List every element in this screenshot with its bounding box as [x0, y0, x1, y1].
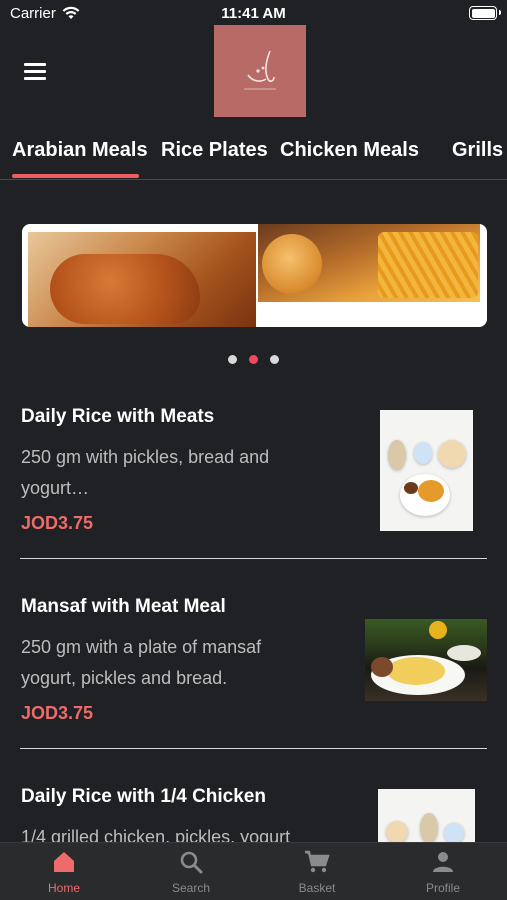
status-time: 11:41 AM [221, 5, 286, 22]
logo-calligraphy-icon [244, 50, 276, 90]
menu-item[interactable]: Daily Rice with Meats 250 gm with pickle… [20, 392, 487, 559]
carousel-dot[interactable] [270, 355, 279, 364]
promo-banner[interactable] [22, 224, 487, 327]
item-title: Daily Rice with Meats [21, 406, 215, 427]
tab-grills[interactable]: Grills [452, 139, 503, 162]
item-price: JOD3.75 [21, 513, 94, 533]
search-icon [180, 851, 203, 874]
item-title: Daily Rice with 1/4 Chicken [21, 786, 266, 807]
tabbar-home[interactable]: Home [1, 843, 127, 900]
carousel-dot[interactable] [228, 355, 237, 364]
category-tabs: Arabian Meals Rice Plates Chicken Meals … [0, 136, 507, 180]
tabbar-home-label: Home [47, 881, 80, 895]
tabbar-basket[interactable]: Basket [254, 843, 380, 900]
item-price: JOD3.75 [21, 703, 94, 723]
brand-logo [214, 25, 306, 117]
item-description: 250 gm with a plate of mansaf yogurt, pi… [21, 637, 262, 688]
menu-icon[interactable] [24, 63, 46, 80]
profile-icon [433, 852, 453, 872]
tab-chicken-meals[interactable]: Chicken Meals [280, 139, 419, 162]
menu-item[interactable]: Mansaf with Meat Meal 250 gm with a plat… [20, 582, 487, 749]
banner-fried-chicken-image [28, 232, 256, 327]
banner-burger-fries-image [258, 224, 480, 302]
item-description: 250 gm with pickles, bread and yogurt… [21, 447, 270, 498]
item-image [365, 619, 487, 701]
battery-icon [469, 6, 501, 20]
bottom-tab-bar: Home Search Basket Profile [0, 842, 507, 900]
cart-icon [305, 850, 330, 873]
carousel-dot-active[interactable] [249, 355, 258, 364]
tabbar-profile-label: Profile [425, 881, 460, 895]
tabbar-search-label: Search [171, 881, 211, 895]
item-image [380, 410, 473, 531]
item-title: Mansaf with Meat Meal [21, 596, 226, 617]
carousel-dots [0, 351, 507, 369]
tab-arabian-meals[interactable]: Arabian Meals [12, 139, 148, 162]
active-tab-indicator [12, 174, 139, 178]
home-icon [54, 852, 74, 872]
tab-rice-plates[interactable]: Rice Plates [161, 139, 268, 162]
item-image [378, 789, 475, 849]
tabbar-search[interactable]: Search [128, 843, 254, 900]
tabbar-basket-label: Basket [298, 881, 336, 895]
status-bar: Carrier 11:41 AM [0, 0, 507, 28]
tabbar-profile[interactable]: Profile [380, 843, 506, 900]
